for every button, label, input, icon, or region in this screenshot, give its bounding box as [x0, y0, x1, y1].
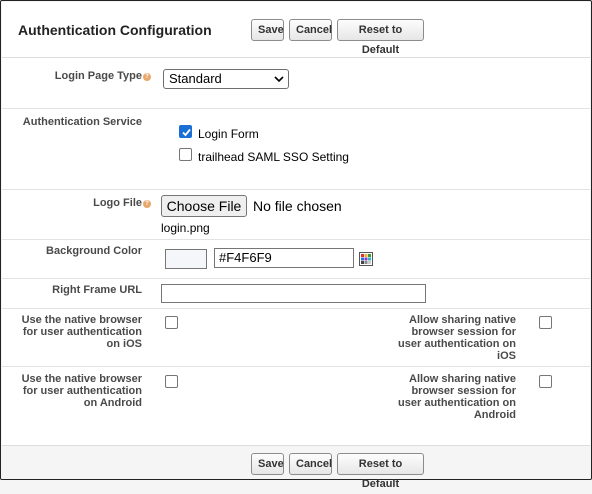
logo-file-label: Logo File?: [21, 197, 151, 209]
file-status-text: No file chosen: [253, 198, 342, 214]
native-browser-ios-checkbox[interactable]: [165, 316, 178, 329]
divider: [2, 108, 590, 109]
choose-file-button[interactable]: Choose File: [161, 195, 247, 217]
native-browser-android-label: Use the native browser for user authenti…: [21, 373, 142, 409]
allow-sharing-ios-label: Allow sharing native browser session for…: [398, 314, 516, 362]
background-color-label: Background Color: [46, 245, 142, 257]
save-button[interactable]: Save: [251, 19, 284, 41]
cancel-button[interactable]: Cancel: [289, 453, 332, 475]
allow-sharing-android-checkbox[interactable]: [539, 375, 552, 388]
chevron-down-icon: [274, 76, 284, 83]
native-browser-ios-label: Use the native browser for user authenti…: [21, 314, 142, 350]
current-logo-filename: login.png: [161, 221, 210, 235]
divider: [2, 239, 590, 240]
panel-header: Authentication Configuration Save Cancel…: [2, 2, 590, 58]
help-icon[interactable]: ?: [143, 200, 151, 208]
panel-footer: Save Cancel Reset to Default: [2, 445, 590, 490]
checkmark-icon: [182, 128, 191, 137]
reset-to-default-button[interactable]: Reset to Default: [337, 19, 424, 56]
divider: [2, 308, 590, 309]
native-browser-android-checkbox[interactable]: [165, 375, 178, 388]
login-page-type-value: Standard: [169, 71, 222, 86]
background-color-input[interactable]: #F4F6F9: [214, 248, 354, 268]
allow-sharing-android-label: Allow sharing native browser session for…: [398, 373, 516, 421]
saml-sso-checkbox[interactable]: [179, 148, 192, 161]
cancel-button[interactable]: Cancel: [289, 19, 332, 41]
divider: [2, 366, 590, 367]
help-icon[interactable]: ?: [143, 73, 151, 81]
saml-sso-label: trailhead SAML SSO Setting: [198, 150, 349, 164]
allow-sharing-ios-checkbox[interactable]: [539, 316, 552, 329]
color-picker-icon[interactable]: [359, 252, 373, 266]
save-button[interactable]: Save: [251, 453, 284, 475]
divider: [2, 278, 590, 279]
divider: [2, 189, 590, 190]
login-page-type-select[interactable]: Standard: [163, 69, 289, 89]
reset-to-default-button[interactable]: Reset to Default: [337, 453, 424, 490]
login-form-checkbox[interactable]: [179, 125, 192, 138]
background-color-swatch: [165, 249, 207, 269]
authentication-configuration-panel: Authentication Configuration Save Cancel…: [0, 0, 592, 490]
right-frame-url-input[interactable]: [161, 284, 426, 303]
right-frame-url-label: Right Frame URL: [52, 284, 142, 296]
page-title: Authentication Configuration: [18, 22, 212, 38]
authentication-service-label: Authentication Service: [22, 116, 142, 128]
login-form-label: Login Form: [198, 127, 259, 141]
login-page-type-label: Login Page Type?: [21, 70, 151, 82]
